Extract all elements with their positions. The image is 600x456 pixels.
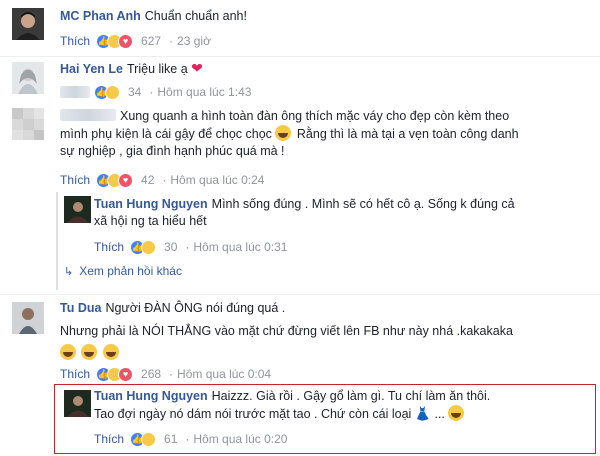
view-more-replies-label: Xem phản hồi khác	[79, 264, 182, 278]
reaction-summary[interactable]: 👍	[130, 239, 157, 255]
dress-icon: 👗	[414, 406, 431, 421]
reaction-count: 42	[141, 173, 155, 187]
reaction-summary[interactable]: 👍 ♥	[96, 172, 134, 188]
comment-text: mình phụ kiện là cái gậy để chọc chọc	[60, 127, 272, 141]
laughing-face-icon	[141, 239, 157, 255]
avatar[interactable]	[12, 62, 44, 94]
tears-of-joy-emoji-icon	[81, 344, 98, 360]
like-button[interactable]: Thích	[60, 367, 90, 381]
reaction-count: 627	[141, 34, 162, 48]
comment-text: Triệu like ạ	[127, 62, 188, 76]
like-button[interactable]: Thích	[60, 34, 90, 48]
comment-hai-yen-le: Hai Yen Le Triệu like ạ ❤ 👍 34 · Hôm qua …	[0, 56, 600, 102]
commenter-name[interactable]: MC Phan Anh	[60, 9, 141, 23]
heart-icon: ❤	[191, 60, 203, 76]
timestamp[interactable]: Hôm qua lúc 0:31	[193, 240, 287, 254]
smirk-emoji-icon	[448, 405, 465, 421]
avatar[interactable]	[12, 8, 44, 40]
reaction-summary[interactable]: 👍	[130, 431, 157, 447]
comment-text: xã hội ng ta hiểu hết	[94, 214, 207, 228]
comment-anonymous: Xung quanh a hình toàn đàn ông thích mặc…	[0, 102, 600, 194]
reaction-summary[interactable]: 👍 ♥	[96, 33, 134, 49]
reaction-summary[interactable]: 👍 ♥	[96, 366, 134, 382]
like-button[interactable]: Thích	[94, 432, 124, 446]
avatar-blurred[interactable]	[12, 108, 44, 140]
avatar[interactable]	[12, 302, 44, 334]
commenter-name[interactable]: Tu Dua	[60, 301, 101, 315]
like-button[interactable]: Thích	[94, 240, 124, 254]
heart-icon: ♥	[118, 366, 134, 382]
timestamp[interactable]: Hôm qua lúc 1:43	[157, 85, 251, 99]
laughing-face-icon	[105, 84, 120, 100]
blurred-like-label	[60, 86, 90, 98]
comment-text: ...	[434, 407, 445, 421]
reaction-count: 34	[128, 85, 142, 99]
tears-of-joy-emoji-icon	[102, 344, 119, 360]
comment-mc-phan-anh: MC Phan Anh Chuẩn chuẩn anh! Thích 👍 ♥ 62…	[0, 0, 600, 56]
comment-text: Chuẩn chuẩn anh!	[144, 9, 247, 23]
blurred-commenter-name	[60, 109, 116, 121]
comment-text: Haizzz. Già rồi . Gậy gổ làm gì. Tu chí …	[211, 389, 491, 403]
reply-arrow-icon: ↳	[64, 265, 74, 278]
commenter-name[interactable]: Tuan Hung Nguyen	[94, 197, 208, 211]
comment-text: Xung quanh a hình toàn đàn ông thích mặc…	[120, 109, 510, 123]
view-more-replies-link[interactable]: ↳ Xem phản hồi khác	[64, 264, 182, 278]
laughing-face-icon	[141, 431, 157, 447]
commenter-name[interactable]: Tuan Hung Nguyen	[94, 389, 208, 403]
reaction-summary[interactable]: 👍	[94, 84, 120, 100]
reply-tuan-hung-nguyen: Tuan Hung Nguyen Mình sống đúng . Mình sẽ…	[60, 194, 600, 260]
comment-text: Người ĐÀN ÔNG nói đúng quá .	[105, 301, 286, 315]
timestamp[interactable]: Hôm qua lúc 0:20	[193, 432, 287, 446]
comment-tu-dua: Tu Dua Người ĐÀN ÔNG nói đúng quá . Nhưng…	[0, 296, 600, 384]
tears-of-joy-emoji-icon	[60, 344, 76, 360]
heart-icon: ♥	[118, 33, 134, 49]
timestamp[interactable]: Hôm qua lúc 0:04	[177, 367, 271, 381]
reaction-count: 61	[164, 432, 178, 446]
timestamp[interactable]: 23 giờ	[177, 34, 211, 48]
reply-thread-line	[56, 192, 58, 290]
comment-text: Rằng thì là mà tại a vẹn toàn công danh	[296, 127, 519, 141]
like-button[interactable]: Thích	[60, 173, 90, 187]
timestamp[interactable]: Hôm qua lúc 0:24	[170, 173, 264, 187]
comment-text: Tao đợi ngày nó dám nói trước mặt tao . …	[94, 407, 412, 421]
avatar[interactable]	[64, 390, 91, 417]
tears-of-joy-emoji-icon	[275, 125, 292, 141]
commenter-name[interactable]: Hai Yen Le	[60, 62, 123, 76]
heart-icon: ♥	[118, 172, 134, 188]
reaction-count: 30	[164, 240, 178, 254]
comment-text: Nhưng phải là NÓI THẲNG vào mặt chứ đừng…	[60, 324, 513, 338]
reaction-count: 268	[141, 367, 162, 381]
reply-tuan-hung-nguyen-highlighted: Tuan Hung Nguyen Haizzz. Già rồi . Gậy gổ…	[60, 388, 590, 452]
comment-text: sự nghiệp , gia đình hạnh phúc quá mà !	[60, 144, 285, 158]
avatar[interactable]	[64, 196, 91, 223]
comment-text: Mình sống đúng . Mình sẽ có hết cô ạ. Số…	[211, 197, 515, 211]
